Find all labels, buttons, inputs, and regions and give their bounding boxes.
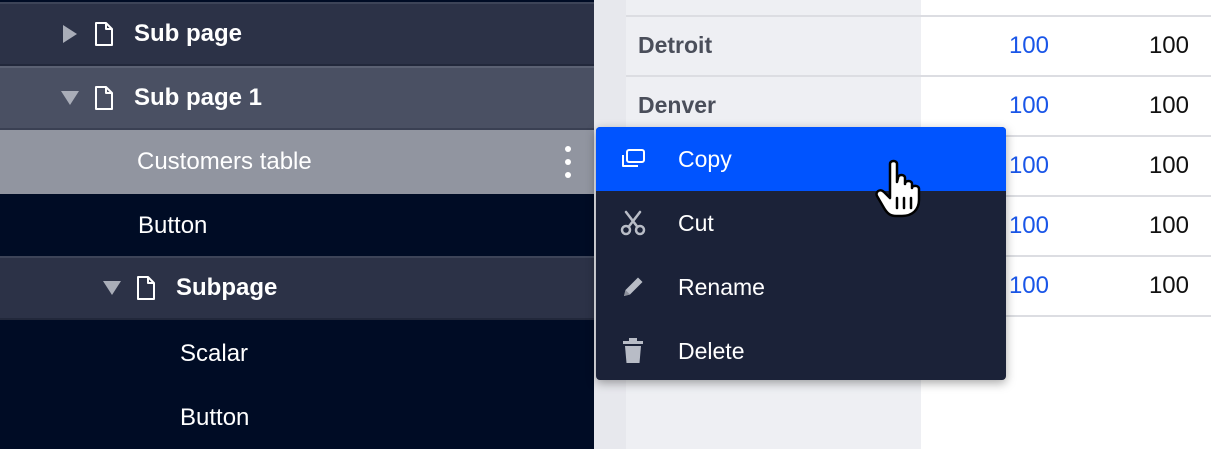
collapse-arrow-icon[interactable] [100, 276, 124, 300]
menu-item-label: Rename [678, 273, 765, 300]
tree-item-sub-page-1[interactable]: Sub page 1 [0, 66, 594, 130]
page-tree-sidebar: Sub page Sub page 1 Customers table Butt… [0, 0, 594, 449]
pencil-icon [618, 272, 648, 302]
row-divider [626, 75, 1211, 77]
more-options-icon[interactable] [564, 146, 572, 178]
tree-item-button[interactable]: Button [0, 194, 594, 258]
table-cell-value: 100 [1148, 92, 1189, 119]
menu-item-label: Cut [678, 209, 714, 236]
tree-item-label: Customers table [137, 148, 312, 175]
tree-item-subpage[interactable]: Subpage [0, 256, 594, 320]
tree-item-label: Button [180, 404, 250, 431]
tree-item-sub-page[interactable]: Sub page [0, 2, 594, 66]
menu-item-delete[interactable]: Delete [596, 319, 1006, 380]
menu-item-label: Delete [678, 337, 745, 364]
tree-item-button[interactable]: Button [0, 386, 594, 449]
expand-arrow-icon[interactable] [58, 22, 82, 46]
tree-item-customers-table[interactable]: Customers table [0, 130, 594, 194]
context-menu: Copy Cut Rename Delete [596, 127, 1006, 380]
menu-item-rename[interactable]: Rename [596, 255, 1006, 319]
tree-item-label: Sub page [134, 20, 243, 47]
tree-item-label: Sub page 1 [134, 84, 263, 111]
menu-item-copy[interactable]: Copy [596, 127, 1006, 191]
table-cell-value: 100 [1148, 272, 1189, 299]
trash-icon [618, 336, 648, 366]
page-icon [136, 275, 160, 301]
menu-item-cut[interactable]: Cut [596, 191, 1006, 255]
table-cell-value: 100 [1148, 152, 1189, 179]
tree-item-label: Scalar [180, 340, 249, 367]
table-cell-value: 100 [1148, 212, 1189, 239]
tree-item-label: Subpage [176, 274, 278, 301]
menu-item-label: Copy [678, 145, 732, 172]
table-cell-city: Detroit [638, 32, 713, 58]
tree-item-scalar[interactable]: Scalar [0, 322, 594, 386]
page-icon [94, 85, 118, 111]
row-divider [626, 15, 1211, 17]
page-icon [94, 21, 118, 47]
copy-icon [618, 144, 648, 174]
table-cell-city: Denver [638, 92, 716, 118]
table-cell-value[interactable]: 100 [949, 92, 1049, 120]
table-cell-value[interactable]: 100 [949, 32, 1049, 60]
table-cell-value: 100 [1148, 32, 1189, 59]
tree-item-label: Button [138, 212, 208, 239]
collapse-arrow-icon[interactable] [58, 86, 82, 110]
scissors-icon [618, 208, 648, 238]
hand-pointer-cursor-icon [872, 158, 928, 218]
